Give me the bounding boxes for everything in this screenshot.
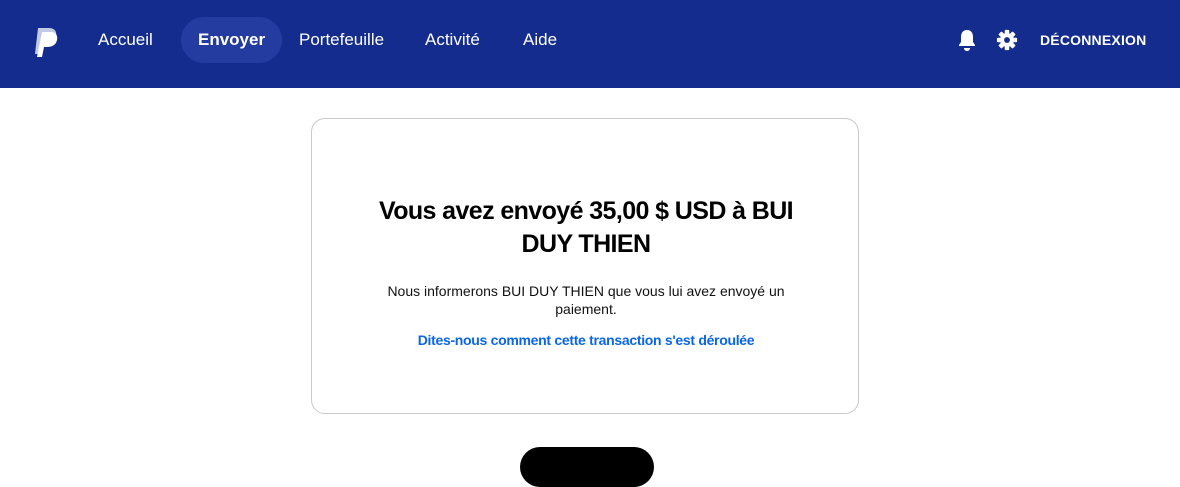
confirmation-message-line1: Nous informerons BUI DUY THIEN que vous … bbox=[387, 283, 785, 299]
nav-item-aide[interactable]: Aide bbox=[506, 17, 574, 63]
action-button[interactable] bbox=[520, 447, 654, 487]
paypal-logo-icon[interactable] bbox=[32, 26, 60, 58]
feedback-link[interactable]: Dites-nous comment cette transaction s'e… bbox=[352, 332, 820, 348]
payment-confirmation-card: Vous avez envoyé 35,00 $ USD à BUI DUY T… bbox=[311, 118, 859, 414]
confirmation-title-line1: Vous avez envoyé 35,00 $ USD à BUI bbox=[378, 197, 794, 225]
top-navigation-bar: Accueil Envoyer Portefeuille Activité Ai… bbox=[0, 0, 1180, 88]
confirmation-title-line2: DUY THIEN bbox=[521, 230, 651, 258]
nav-item-activite[interactable]: Activité bbox=[408, 17, 497, 63]
confirmation-message-line2: paiement. bbox=[555, 301, 617, 317]
nav-item-envoyer[interactable]: Envoyer bbox=[181, 17, 283, 63]
confirmation-message: Nous informerons BUI DUY THIEN que vous … bbox=[382, 282, 790, 318]
nav-item-accueil[interactable]: Accueil bbox=[81, 17, 170, 63]
bell-icon[interactable] bbox=[956, 28, 978, 52]
logout-button[interactable]: DÉCONNEXION bbox=[1040, 28, 1146, 52]
nav-item-portefeuille[interactable]: Portefeuille bbox=[282, 17, 401, 63]
gear-icon[interactable] bbox=[996, 28, 1018, 52]
confirmation-title: Vous avez envoyé 35,00 $ USD à BUI DUY T… bbox=[372, 195, 800, 261]
